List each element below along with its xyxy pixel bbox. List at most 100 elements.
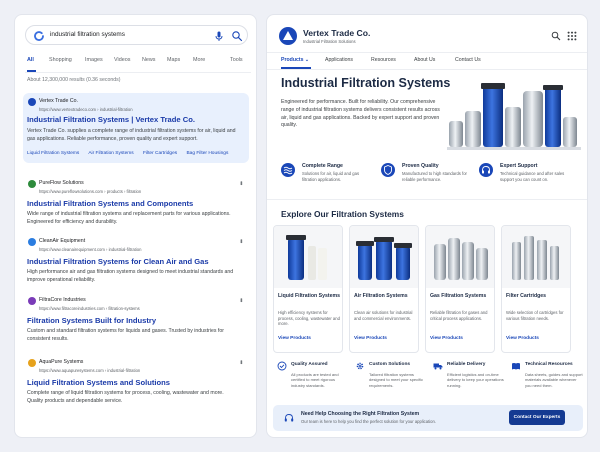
view-products-link[interactable]: View Products [506,336,539,341]
apps-grid-icon[interactable] [567,31,577,41]
card-title[interactable]: Air Filtration Systems [354,293,408,299]
favicon-icon [28,180,36,188]
tab-videos[interactable]: Videos [114,57,130,63]
headset-icon [284,414,294,422]
search-icon[interactable] [231,30,243,42]
result-site-name[interactable]: Vertex Trade Co. [39,98,78,104]
feature-description: Technical guidance and after sales suppo… [500,171,565,182]
card-description: High efficiency systems for process, coo… [278,310,340,327]
result-url[interactable]: https://www.filtracoreindustries.com › f… [39,306,140,311]
search-engine-logo-icon [34,31,44,41]
brand-logo-icon[interactable] [279,27,297,45]
result-description: High performance air and gas filtration … [27,269,234,283]
benefit-description: All products are tested and certified to… [291,372,339,388]
truck-icon [433,363,443,370]
company-website-panel: Vertex Trade Co. Industrial Filtration S… [266,14,588,438]
result-url[interactable]: https://www.vertextradeco.com › industri… [39,107,133,112]
nav-products[interactable]: Products ⌄ [281,57,309,63]
gear-icon [356,362,364,370]
result-description: Wide range of industrial filtration syst… [27,211,231,225]
sitelink[interactable]: Liquid Filtration Systems [27,151,79,156]
benefit-description: Tailored filtration systems designed to … [369,372,424,388]
tab-tools[interactable]: Tools [230,57,243,63]
result-site-name[interactable]: CleanAir Equipment [39,238,85,244]
card-title[interactable]: Gas Filtration Systems [430,293,486,299]
view-products-link[interactable]: View Products [430,336,463,341]
result-title-link[interactable]: Industrial Filtration Systems and Compon… [27,199,193,208]
result-title-link[interactable]: Industrial Filtration Systems | Vertex T… [27,115,195,124]
view-products-link[interactable]: View Products [354,336,387,341]
result-title-link[interactable]: Industrial Filtration Systems for Clean … [27,257,209,266]
result-title-link[interactable]: Liquid Filtration Systems and Solutions [27,378,170,387]
contact-experts-button[interactable]: Contact Our Experts [509,410,565,425]
result-description: Complete range of liquid filtration syst… [27,390,224,404]
brand-tagline: Industrial Filtration Solutions [303,39,356,44]
result-site-name[interactable]: AquaPure Systems [39,359,83,365]
result-site-name[interactable]: PureFlow Solutions [39,180,84,186]
search-input[interactable]: industrial filtration systems [50,31,125,38]
more-options-icon[interactable]: ••• [237,298,243,301]
search-result-featured: Vertex Trade Co. https://www.vertextrade… [23,93,249,163]
filter-cartridges-image [502,226,570,288]
product-card-air[interactable]: Air Filtration Systems Clean air solutio… [349,225,419,353]
tab-news[interactable]: News [142,57,155,63]
benefit-technical-resources: Technical Resources Data sheets, guides … [507,361,583,405]
result-url[interactable]: https://www.cleanairequipment.com › indu… [39,247,141,252]
badge-check-icon [277,361,287,371]
more-options-icon[interactable]: ••• [237,181,243,184]
search-result: PureFlow Solutions https://www.pureflows… [23,179,249,231]
search-tabs: All Shopping Images Videos News Maps Mor… [27,57,253,69]
tab-all[interactable]: All [27,57,34,63]
view-products-link[interactable]: View Products [278,336,311,341]
brand-name[interactable]: Vertex Trade Co. [303,28,370,38]
card-description: Reliable filtration for gases and critic… [430,310,488,321]
microphone-icon[interactable] [213,30,225,42]
search-bar[interactable]: industrial filtration systems [25,25,248,45]
sitelinks: Liquid Filtration Systems Air Filtration… [27,151,236,156]
benefit-title: Technical Resources [525,362,573,367]
result-description: Vertex Trade Co. supplies a complete ran… [27,128,236,142]
liquid-filter-image [274,226,342,288]
result-title-link[interactable]: Filtration Systems Built for Industry [27,316,156,325]
cta-title: Need Help Choosing the Right Filtration … [301,411,420,417]
nav-applications[interactable]: Applications [325,57,353,63]
result-description: Custom and standard filtration systems f… [27,328,224,342]
benefit-title: Reliable Delivery [447,362,486,367]
benefit-description: Efficient logistics and on-time delivery… [447,372,504,388]
result-stats: About 12,300,000 results (0.36 seconds) [27,77,121,83]
benefit-reliable-delivery: Reliable Delivery Efficient logistics an… [429,361,505,405]
search-icon[interactable] [551,31,561,41]
tab-more[interactable]: More [193,57,205,63]
feature-title: Complete Range [302,163,343,169]
more-options-icon[interactable]: ••• [237,360,243,363]
search-results-panel: industrial filtration systems All Shoppi… [14,14,257,438]
benefit-description: Data sheets, guides and support material… [525,372,583,388]
result-url[interactable]: https://www.aquapuresystems.com › indust… [39,368,140,373]
feature-proven-quality: Proven Quality Manufactured to high stan… [381,161,477,189]
favicon-icon [28,238,36,246]
nav-contact-us[interactable]: Contact Us [455,57,481,63]
divider [267,52,587,53]
tab-images[interactable]: Images [85,57,103,63]
result-url[interactable]: https://www.pureflowsolutions.com › prod… [39,189,141,194]
divider [267,69,587,70]
sitelink[interactable]: Bag Filter Housings [186,151,228,156]
divider [25,72,251,73]
tab-maps[interactable]: Maps [167,57,180,63]
nav-about-us[interactable]: About Us [414,57,435,63]
nav-resources[interactable]: Resources [371,57,396,63]
product-card-cartridges[interactable]: Filter Cartridges Wide selection of cart… [501,225,571,353]
gas-filter-image [426,226,494,288]
search-result: FiltraCore Industries https://www.filtra… [23,296,249,348]
filtration-systems-product-image [447,83,581,150]
more-options-icon[interactable]: ••• [237,239,243,242]
card-description: Clean air solutions for industrial and c… [354,310,413,321]
sitelink[interactable]: Air Filtration Systems [88,151,133,156]
card-title[interactable]: Filter Cartridges [506,293,546,299]
product-card-liquid[interactable]: Liquid Filtration Systems High efficienc… [273,225,343,353]
tab-shopping[interactable]: Shopping [49,57,72,63]
card-title[interactable]: Liquid Filtration Systems [278,293,340,299]
sitelink[interactable]: Filter Cartridges [143,151,177,156]
product-card-gas[interactable]: Gas Filtration Systems Reliable filtrati… [425,225,495,353]
result-site-name[interactable]: FiltraCore Industries [39,297,86,303]
